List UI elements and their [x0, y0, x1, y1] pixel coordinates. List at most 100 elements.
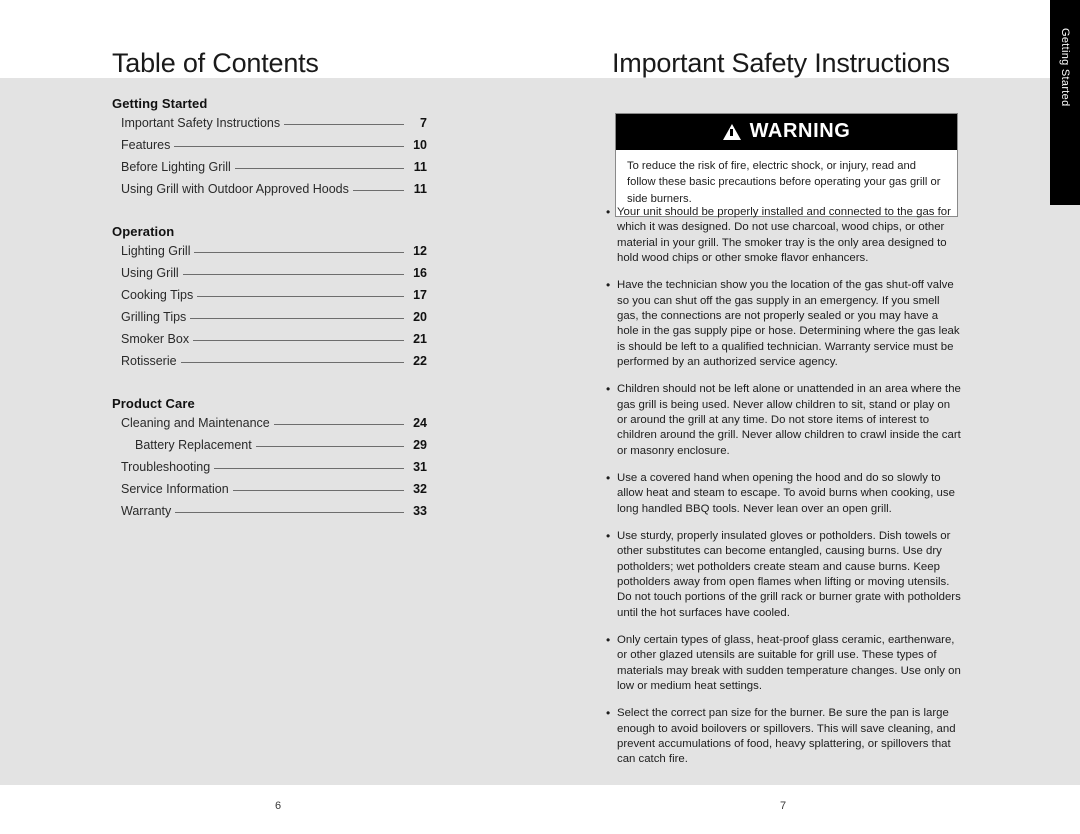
safety-instruction-item: • Children should not be left alone or un…	[606, 382, 961, 459]
toc-leader-line	[175, 512, 404, 513]
toc-entry-label: Using Grill	[121, 266, 179, 280]
toc-leader-line	[273, 424, 404, 425]
toc-entry[interactable]: Warranty 33	[112, 504, 427, 526]
right-page: Important Safety Instructions WARNING To…	[540, 0, 1080, 834]
toc-entry[interactable]: Troubleshooting 31	[112, 460, 427, 482]
toc-entry[interactable]: Cooking Tips 17	[112, 288, 427, 310]
toc-entry-page-number: 12	[413, 244, 427, 258]
safety-instruction-text: Only certain types of glass, heat-proof …	[617, 633, 961, 692]
bullet-icon: •	[606, 278, 611, 293]
left-page: Table of Contents Getting Started Importa…	[0, 0, 540, 834]
toc-leader-line	[182, 274, 404, 275]
toc-entry[interactable]: Service Information 32	[112, 482, 427, 504]
thumb-tab-label: Getting Started	[1059, 28, 1071, 107]
toc-leader-line	[174, 146, 404, 147]
bullet-icon: •	[606, 706, 611, 721]
toc-entry-label: Troubleshooting	[121, 460, 211, 474]
toc-entry[interactable]: Using Grill with Outdoor Approved Hoods 1…	[112, 182, 427, 204]
toc-entry-label: Cooking Tips	[121, 288, 194, 302]
table-of-contents: Getting Started Important Safety Instruct…	[112, 96, 427, 530]
toc-entry-label: Using Grill with Outdoor Approved Hoods	[121, 182, 349, 196]
bullet-icon: •	[606, 205, 611, 219]
toc-entry-label: Before Lighting Grill	[121, 160, 231, 174]
toc-entry-page-number: 33	[413, 504, 427, 518]
toc-entry[interactable]: Rotisserie 22	[112, 354, 427, 376]
safety-instruction-text: Use a covered hand when opening the hood…	[617, 471, 955, 515]
toc-entry-label: Warranty	[121, 504, 172, 518]
toc-entry-label: Important Safety Instructions	[121, 116, 281, 130]
page-title: Important Safety Instructions	[612, 48, 950, 78]
toc-entry-label: Rotisserie	[121, 354, 177, 368]
toc-leader-line	[352, 190, 404, 191]
safety-instruction-text: Select the correct pan size for the burn…	[617, 707, 956, 766]
toc-leader-line	[190, 318, 404, 319]
toc-entry-page-number: 21	[413, 332, 427, 346]
toc-section-heading: Operation	[112, 224, 175, 239]
toc-leader-line	[214, 468, 404, 469]
safety-instruction-text: Have the technician show you the locatio…	[617, 279, 960, 368]
toc-leader-line	[284, 124, 404, 125]
toc-entry-label: Lighting Grill	[121, 244, 191, 258]
toc-leader-line	[180, 362, 404, 363]
safety-instruction-item: • Use sturdy, properly insulated gloves o…	[606, 529, 961, 621]
safety-instruction-item: • Select the correct pan size for the bur…	[606, 706, 961, 767]
safety-instruction-item: • Have the technician show you the locati…	[606, 278, 961, 370]
toc-entry-label: Battery Replacement	[135, 438, 252, 452]
toc-entry[interactable]: Important Safety Instructions 7	[112, 116, 427, 138]
bullet-icon: •	[606, 632, 611, 647]
bullet-icon: •	[606, 470, 611, 485]
toc-entry-page-number: 32	[413, 482, 427, 496]
safety-instruction-item: • Your unit should be properly installed …	[606, 205, 961, 266]
warning-heading-text: WARNING	[749, 120, 851, 142]
toc-leader-line	[193, 340, 404, 341]
toc-entry-label: Grilling Tips	[121, 310, 187, 324]
toc-leader-line	[232, 490, 404, 491]
toc-entry-label: Cleaning and Maintenance	[121, 416, 270, 430]
toc-leader-line	[197, 296, 404, 297]
warning-triangle-icon	[722, 123, 741, 140]
toc-entry[interactable]: Before Lighting Grill 11	[112, 160, 427, 182]
page-number-left: 6	[275, 800, 282, 812]
toc-entry-page-number: 11	[413, 160, 427, 174]
toc-leader-line	[234, 168, 404, 169]
toc-section: Getting Started Important Safety Instruct…	[112, 96, 427, 204]
bullet-icon: •	[606, 382, 611, 397]
safety-instruction-item: • Only certain types of glass, heat-proof…	[606, 633, 961, 694]
warning-header: WARNING	[616, 114, 957, 150]
toc-entry[interactable]: Battery Replacement 29	[112, 438, 427, 460]
safety-instruction-text: Your unit should be properly installed a…	[617, 206, 951, 264]
toc-entry-page-number: 20	[413, 310, 427, 324]
toc-entry[interactable]: Features 10	[112, 138, 427, 160]
toc-entry-page-number: 7	[420, 116, 427, 130]
toc-entry-page-number: 11	[413, 182, 427, 196]
section-thumb-tab: Getting Started	[1050, 0, 1080, 205]
toc-entry-page-number: 31	[413, 460, 427, 474]
toc-entry-label: Features	[121, 138, 171, 152]
toc-entry-page-number: 17	[413, 288, 427, 302]
toc-entry-page-number: 16	[413, 266, 427, 280]
toc-entry[interactable]: Using Grill 16	[112, 266, 427, 288]
safety-instruction-text: Children should not be left alone or una…	[617, 383, 961, 457]
page-title: Table of Contents	[112, 48, 319, 78]
toc-entry-page-number: 10	[413, 138, 427, 152]
toc-entry-page-number: 22	[413, 354, 427, 368]
toc-leader-line	[194, 252, 404, 253]
toc-section: Product Care Cleaning and Maintenance 24 Ba…	[112, 396, 427, 526]
toc-entry-page-number: 24	[413, 416, 427, 430]
toc-section-heading: Getting Started	[112, 96, 208, 111]
toc-section-heading: Product Care	[112, 396, 195, 411]
safety-instructions-list: • Your unit should be properly installed …	[606, 205, 961, 780]
toc-entry[interactable]: Grilling Tips 20	[112, 310, 427, 332]
toc-entry[interactable]: Smoker Box 21	[112, 332, 427, 354]
safety-instruction-text: Use sturdy, properly insulated gloves or…	[617, 529, 961, 619]
page-number-right: 7	[780, 800, 787, 812]
warning-box: WARNING To reduce the risk of fire, elec…	[615, 113, 958, 218]
toc-entry-page-number: 29	[413, 438, 427, 452]
toc-entry[interactable]: Cleaning and Maintenance 24	[112, 416, 427, 438]
toc-section: Operation Lighting Grill 12 Using Grill 16 Co…	[112, 224, 427, 376]
bullet-icon: •	[606, 528, 611, 543]
toc-leader-line	[255, 446, 404, 447]
toc-entry[interactable]: Lighting Grill 12	[112, 244, 427, 266]
toc-entry-label: Service Information	[121, 482, 229, 496]
document-spread: Table of Contents Getting Started Importa…	[0, 0, 1080, 834]
